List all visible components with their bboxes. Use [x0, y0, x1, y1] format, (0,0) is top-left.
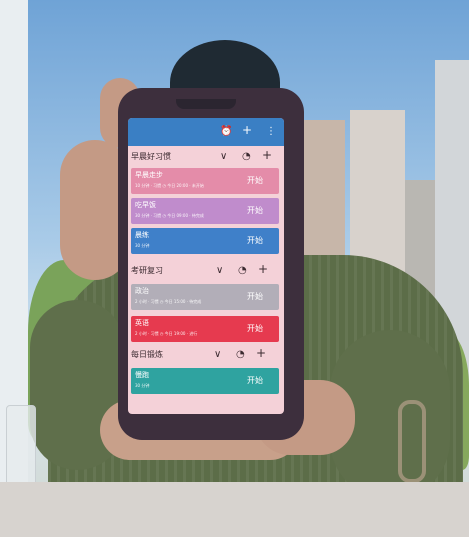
task-card[interactable]: 吃早饭 30 分钟 · 习惯 ◷ 今日 09:00 · 待完成 开始 [131, 198, 279, 224]
app-toolbar: ⏰ + ⋮ [128, 118, 284, 146]
task-name: 晨练 [135, 231, 149, 239]
task-card[interactable]: 政治 2 小时 · 习惯 ◷ 今日 15:00 · 待完成 开始 [131, 284, 279, 310]
stats-icon[interactable]: ◔ [238, 264, 247, 277]
task-name: 慢跑 [135, 371, 149, 379]
section-title: 考研复习 [131, 266, 163, 275]
bracelet [398, 400, 426, 483]
start-button[interactable]: 开始 [247, 176, 263, 186]
more-vertical-icon[interactable]: ⋮ [266, 126, 276, 138]
section-title: 早晨好习惯 [131, 152, 171, 161]
add-icon[interactable]: + [262, 149, 272, 162]
chevron-down-icon[interactable]: ∨ [220, 150, 227, 163]
add-icon[interactable]: + [258, 263, 268, 276]
window-sill [0, 482, 469, 537]
task-name: 吃早饭 [135, 201, 156, 209]
section-header[interactable]: 每日锻炼 ∨ ◔ + [128, 346, 284, 364]
start-button[interactable]: 开始 [247, 206, 263, 216]
task-meta: 30 分钟 [135, 383, 150, 388]
start-button[interactable]: 开始 [247, 236, 263, 246]
task-meta: 30 分钟 [135, 243, 150, 248]
task-meta: 2 小时 · 习惯 ◷ 今日 15:00 · 待完成 [135, 299, 202, 304]
photo-scene: ⏰ + ⋮ 早晨好习惯 ∨ ◔ + 早晨走步 10 分钟 · 习惯 ◷ 今日 2… [0, 0, 469, 537]
task-meta: 2 小时 · 习惯 ◷ 今日 19:00 · 进行 [135, 331, 198, 336]
add-icon[interactable]: + [256, 347, 266, 360]
task-card[interactable]: 早晨走步 10 分钟 · 习惯 ◷ 今日 20:00 · 未开始 开始 [131, 168, 279, 194]
task-card[interactable]: 晨练 30 分钟 开始 [131, 228, 279, 254]
stats-icon[interactable]: ◔ [236, 348, 245, 361]
task-card[interactable]: 英语 2 小时 · 习惯 ◷ 今日 19:00 · 进行 开始 [131, 316, 279, 342]
chevron-down-icon[interactable]: ∨ [216, 264, 223, 277]
start-button[interactable]: 开始 [247, 292, 263, 302]
alarm-icon[interactable]: ⏰ [220, 126, 232, 138]
section-header[interactable]: 早晨好习惯 ∨ ◔ + [128, 148, 284, 166]
phone-notch [176, 99, 236, 109]
section-title: 每日锻炼 [131, 350, 163, 359]
task-name: 英语 [135, 319, 149, 327]
chevron-down-icon[interactable]: ∨ [214, 348, 221, 361]
start-button[interactable]: 开始 [247, 324, 263, 334]
section-header[interactable]: 考研复习 ∨ ◔ + [128, 262, 284, 280]
stats-icon[interactable]: ◔ [242, 150, 251, 163]
add-icon[interactable]: + [242, 124, 252, 136]
task-meta: 30 分钟 · 习惯 ◷ 今日 09:00 · 待完成 [135, 213, 204, 218]
app-screen: ⏰ + ⋮ 早晨好习惯 ∨ ◔ + 早晨走步 10 分钟 · 习惯 ◷ 今日 2… [128, 118, 284, 414]
task-card[interactable]: 慢跑 30 分钟 开始 [131, 368, 279, 394]
task-meta: 10 分钟 · 习惯 ◷ 今日 20:00 · 未开始 [135, 183, 204, 188]
task-name: 早晨走步 [135, 171, 163, 179]
start-button[interactable]: 开始 [247, 376, 263, 386]
task-name: 政治 [135, 287, 149, 295]
